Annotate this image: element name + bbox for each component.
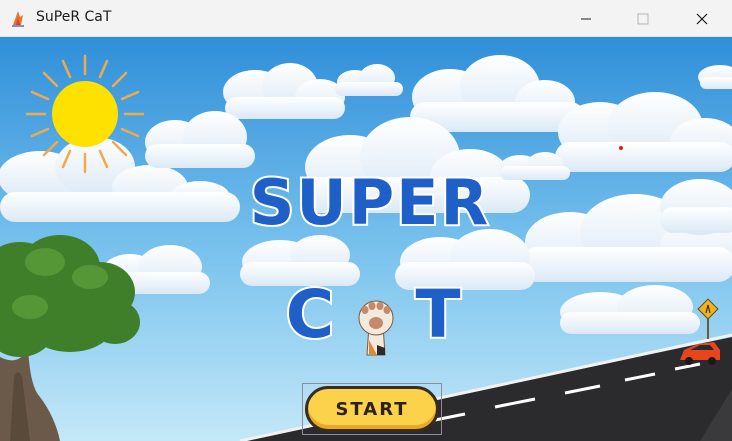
logo-line2-right: T [415,276,460,353]
window-title: SuPeR CaT [36,9,112,25]
game-scene: SUPER C T [0,37,732,441]
logo-line2-left: C [286,276,334,353]
sun [25,54,145,174]
close-icon [696,13,708,24]
start-pill: START [305,386,439,432]
maximize-button[interactable] [620,0,666,37]
red-dot [619,146,623,150]
close-button[interactable] [679,0,725,37]
maximize-icon [637,13,649,24]
start-button[interactable]: START [302,383,442,435]
start-label: START [335,398,409,420]
game-background: SUPER C T [0,37,732,441]
minimize-button[interactable] [563,0,609,37]
logo-line1: SUPER [250,166,491,239]
window-titlebar: SuPeR CaT [0,0,732,37]
minimize-icon [581,18,591,19]
app-icon [12,11,24,27]
